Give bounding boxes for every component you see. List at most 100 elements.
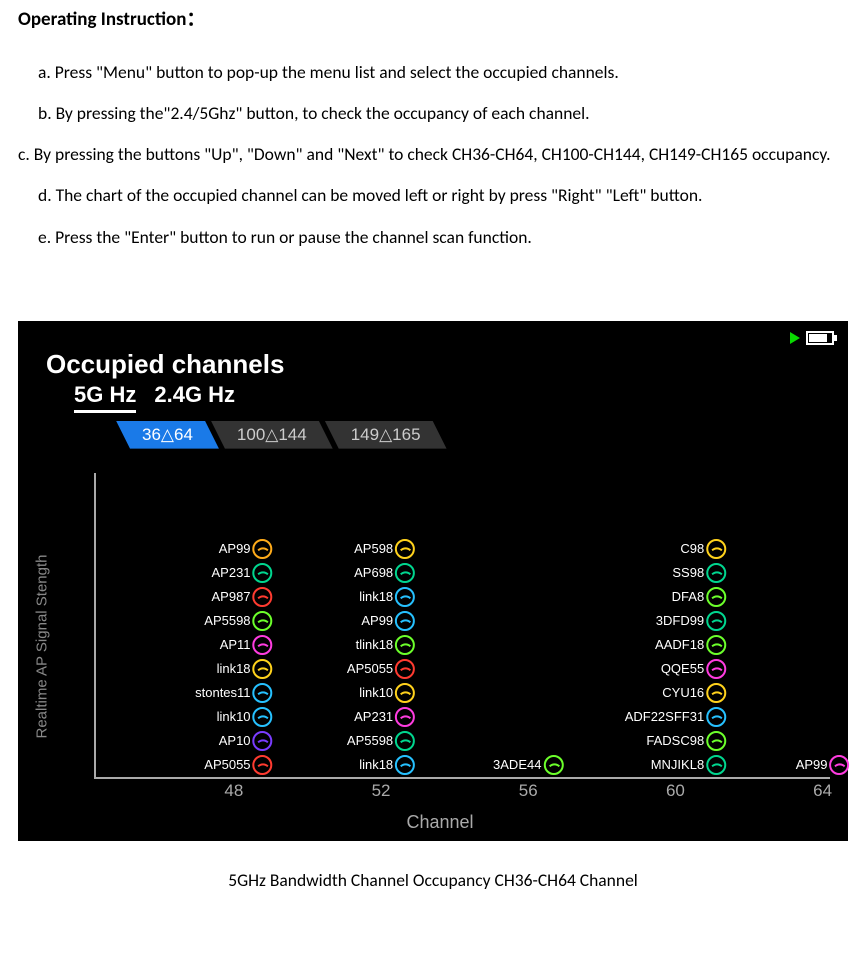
wifi-icon xyxy=(830,755,850,775)
range-tab-36-64[interactable]: 36△64 xyxy=(116,421,219,449)
ap-entry: MNJIKL8 xyxy=(651,753,726,777)
ap-entry: stontes11 xyxy=(195,681,272,705)
ap-name: AP598 xyxy=(354,537,393,561)
ap-name: C98 xyxy=(680,537,704,561)
wifi-icon xyxy=(395,611,415,631)
ap-entry: SS98 xyxy=(672,561,726,585)
wifi-icon xyxy=(706,707,726,727)
ap-entry: AADF18 xyxy=(655,633,726,657)
ap-entry: C98 xyxy=(680,537,726,561)
ap-name: link18 xyxy=(359,753,393,777)
wifi-icon xyxy=(706,755,726,775)
wifi-icon xyxy=(253,731,273,751)
wifi-icon xyxy=(395,707,415,727)
chart-stacks: AP5055AP10link10stontes11link18AP11AP559… xyxy=(94,473,830,777)
ap-name: AP987 xyxy=(211,585,250,609)
screen-title: Occupied channels xyxy=(46,349,830,380)
x-tick-60: 60 xyxy=(666,781,685,801)
play-icon xyxy=(790,332,800,344)
ap-name: 3ADE44 xyxy=(493,753,541,777)
ap-name: AP231 xyxy=(354,705,393,729)
ap-entry: link10 xyxy=(359,681,415,705)
ap-name: AP11 xyxy=(220,633,251,657)
ap-name: QQE55 xyxy=(661,657,704,681)
ap-name: AP5055 xyxy=(204,753,250,777)
ap-name: 3DFD99 xyxy=(656,609,704,633)
ap-entry: 3DFD99 xyxy=(656,609,726,633)
ap-entry: link18 xyxy=(217,657,273,681)
range-tab-149-165[interactable]: 149△165 xyxy=(325,421,447,449)
ap-entry: link10 xyxy=(217,705,273,729)
x-tick-64: 64 xyxy=(813,781,832,801)
ap-name: AP10 xyxy=(219,729,251,753)
ap-entry: CYU16 xyxy=(662,681,726,705)
ap-entry: AP99 xyxy=(796,753,850,777)
instruction-list: a. Press "Menu" button to pop-up the men… xyxy=(18,59,848,251)
x-tick-52: 52 xyxy=(372,781,391,801)
wifi-icon xyxy=(706,539,726,559)
ap-entry: FADSC98 xyxy=(646,729,726,753)
wifi-icon xyxy=(395,635,415,655)
wifi-icon xyxy=(253,755,273,775)
ap-name: SS98 xyxy=(672,561,704,585)
ap-entry: AP987 xyxy=(211,585,272,609)
ap-entry: AP5598 xyxy=(204,609,272,633)
wifi-icon xyxy=(395,755,415,775)
instruction-b: b. By pressing the"2.4/5Ghz" button, to … xyxy=(38,100,848,127)
ap-entry: AP698 xyxy=(354,561,415,585)
ap-name: link10 xyxy=(217,705,251,729)
ap-entry: AP231 xyxy=(211,561,272,585)
ap-entry: AP99 xyxy=(219,537,273,561)
wifi-icon xyxy=(706,731,726,751)
wifi-icon xyxy=(706,683,726,703)
wifi-icon xyxy=(706,659,726,679)
x-tick-56: 56 xyxy=(519,781,538,801)
wifi-icon xyxy=(395,587,415,607)
ap-name: stontes11 xyxy=(195,681,250,705)
x-ticks: 48 52 56 60 64 xyxy=(94,781,830,803)
ap-entry: DFA8 xyxy=(672,585,727,609)
ap-name: MNJIKL8 xyxy=(651,753,704,777)
wifi-icon xyxy=(395,683,415,703)
wifi-icon xyxy=(706,587,726,607)
ap-entry: AP5055 xyxy=(204,753,272,777)
wifi-icon xyxy=(253,683,273,703)
ap-entry: AP11 xyxy=(220,633,273,657)
wifi-icon xyxy=(543,755,563,775)
tab-5g[interactable]: 5G Hz xyxy=(74,382,136,413)
instruction-e: e. Press the "Enter" button to run or pa… xyxy=(38,224,848,251)
ap-name: AP99 xyxy=(796,753,828,777)
channel-stack-52: link18AP5598AP231link10AP5055tlink18AP99… xyxy=(347,537,415,777)
device-screenshot: Occupied channels 5G Hz 2.4G Hz 36△64 10… xyxy=(18,321,848,841)
battery-icon xyxy=(806,331,834,345)
wifi-icon xyxy=(395,731,415,751)
wifi-icon xyxy=(253,707,273,727)
wifi-icon xyxy=(253,539,273,559)
ap-name: CYU16 xyxy=(662,681,704,705)
ap-name: ADF22SFF31 xyxy=(625,705,704,729)
ap-name: AADF18 xyxy=(655,633,704,657)
wifi-icon xyxy=(253,563,273,583)
band-tabs: 5G Hz 2.4G Hz xyxy=(74,382,830,413)
ap-entry: AP5055 xyxy=(347,657,415,681)
ap-name: AP5598 xyxy=(204,609,250,633)
channel-stack-60: MNJIKL8FADSC98ADF22SFF31CYU16QQE55AADF18… xyxy=(625,537,726,777)
figure-caption: 5GHz Bandwidth Channel Occupancy CH36-CH… xyxy=(18,869,848,891)
ap-name: AP5598 xyxy=(347,729,393,753)
ap-entry: tlink18 xyxy=(356,633,416,657)
instruction-a: a. Press "Menu" button to pop-up the men… xyxy=(38,59,848,86)
wifi-icon xyxy=(395,539,415,559)
ap-entry: QQE55 xyxy=(661,657,726,681)
range-tab-100-144[interactable]: 100△144 xyxy=(211,421,333,449)
ap-entry: ADF22SFF31 xyxy=(625,705,726,729)
ap-name: AP698 xyxy=(354,561,393,585)
ap-entry: AP5598 xyxy=(347,729,415,753)
x-axis xyxy=(94,777,830,779)
ap-entry: AP10 xyxy=(219,729,273,753)
x-axis-label: Channel xyxy=(406,812,473,833)
section-title: Operating Instruction： xyxy=(18,4,848,31)
y-axis-label: Realtime AP Signal Stength xyxy=(34,554,51,738)
tab-2-4g[interactable]: 2.4G Hz xyxy=(154,382,235,413)
ap-entry: link18 xyxy=(359,585,415,609)
ap-name: AP99 xyxy=(219,537,251,561)
